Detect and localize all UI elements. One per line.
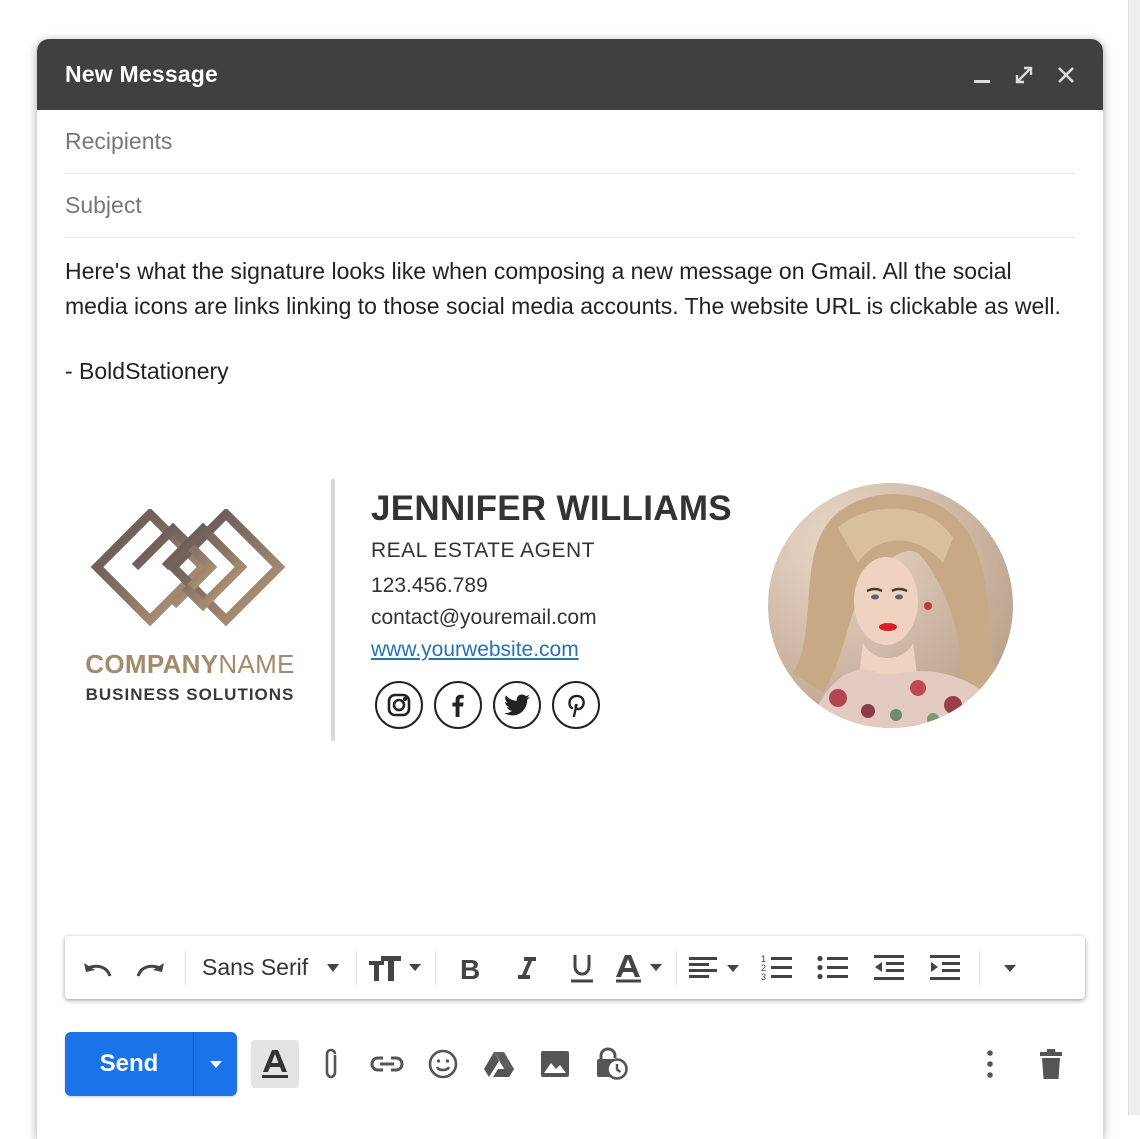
- subject-input[interactable]: [65, 192, 1075, 219]
- formatting-toolbar: Sans Serif B 123: [65, 936, 1085, 999]
- twitter-icon[interactable]: [493, 681, 541, 729]
- pinterest-icon[interactable]: [552, 681, 600, 729]
- recipients-row: [65, 110, 1075, 174]
- signature-divider: [331, 479, 335, 741]
- toolbar-separator: [435, 950, 437, 985]
- signature-email: contact@youremail.com: [371, 606, 597, 629]
- italic-icon[interactable]: [498, 947, 554, 989]
- message-body[interactable]: Here's what the signature looks like whe…: [65, 254, 1075, 324]
- company-name-light: NAME: [218, 649, 295, 679]
- undo-icon[interactable]: [71, 947, 123, 989]
- indent-more-icon[interactable]: [917, 947, 973, 989]
- font-size-icon[interactable]: [363, 947, 429, 989]
- numbered-list-icon[interactable]: 123: [749, 947, 805, 989]
- recipients-input[interactable]: [65, 128, 1075, 155]
- window-controls: [969, 62, 1103, 88]
- company-name-bold: COMPANY: [85, 649, 219, 679]
- expand-icon[interactable]: [1011, 62, 1037, 88]
- signature-phone: 123.456.789: [371, 574, 488, 597]
- window-title: New Message: [65, 61, 219, 87]
- company-tagline: BUSINESS SOLUTIONS: [85, 685, 295, 704]
- insert-photo-icon[interactable]: [531, 1040, 579, 1088]
- text-color-icon[interactable]: [610, 947, 670, 989]
- google-drive-icon[interactable]: [475, 1040, 523, 1088]
- svg-text:3: 3: [761, 972, 766, 982]
- insert-link-icon[interactable]: [363, 1040, 411, 1088]
- social-links: [375, 681, 600, 729]
- discard-draft-icon[interactable]: [1027, 1040, 1075, 1088]
- facebook-icon[interactable]: [434, 681, 482, 729]
- close-icon[interactable]: [1053, 62, 1079, 88]
- redo-icon[interactable]: [123, 947, 179, 989]
- toolbar-separator: [676, 950, 678, 985]
- font-family-select[interactable]: Sans Serif: [192, 947, 350, 989]
- signature-name: JENNIFER WILLIAMS: [371, 489, 732, 528]
- toolbar-separator: [979, 950, 981, 985]
- compose-titlebar: New Message: [37, 39, 1103, 110]
- bulleted-list-icon[interactable]: [805, 947, 861, 989]
- diamond-logo-icon: [90, 509, 286, 627]
- toolbar-separator: [356, 950, 358, 985]
- subject-row: [65, 174, 1075, 238]
- send-button[interactable]: Send: [65, 1032, 193, 1096]
- font-family-value: Sans Serif: [202, 954, 309, 980]
- minimize-icon[interactable]: [969, 62, 995, 88]
- send-options-button[interactable]: [194, 1032, 237, 1096]
- compose-footer: Send: [65, 1032, 1075, 1096]
- more-options-icon[interactable]: [975, 1040, 1005, 1088]
- svg-text:B: B: [460, 954, 480, 982]
- company-logo: COMPANYNAME BUSINESS SOLUTIONS: [75, 509, 305, 719]
- formatting-options-icon[interactable]: [251, 1040, 299, 1088]
- align-icon[interactable]: [683, 947, 749, 989]
- confidential-mode-icon[interactable]: [587, 1040, 635, 1088]
- footer-right-actions: [967, 1040, 1075, 1088]
- more-formatting-icon[interactable]: [986, 947, 1034, 989]
- underline-icon[interactable]: [554, 947, 610, 989]
- toolbar-separator: [185, 950, 186, 985]
- signature-website-link[interactable]: www.yourwebsite.com: [371, 638, 579, 662]
- profile-photo: [768, 483, 1013, 728]
- caret-down-icon: [209, 1060, 222, 1068]
- background-page-edge: [1128, 0, 1140, 1115]
- email-signature: COMPANYNAME BUSINESS SOLUTIONS JENNIFER …: [37, 479, 1103, 749]
- caret-down-icon: [327, 963, 340, 972]
- company-name: COMPANYNAME: [75, 649, 305, 680]
- attach-file-icon[interactable]: [307, 1040, 355, 1088]
- compose-window: New Message Here's what the signature lo…: [37, 39, 1103, 1139]
- indent-less-icon[interactable]: [861, 947, 917, 989]
- insert-emoji-icon[interactable]: [419, 1040, 467, 1088]
- instagram-icon[interactable]: [375, 681, 423, 729]
- message-sign-off: - BoldStationery: [65, 358, 229, 384]
- bold-icon[interactable]: B: [442, 947, 498, 989]
- signature-role: REAL ESTATE AGENT: [371, 539, 595, 562]
- send-button-group: Send: [65, 1032, 237, 1096]
